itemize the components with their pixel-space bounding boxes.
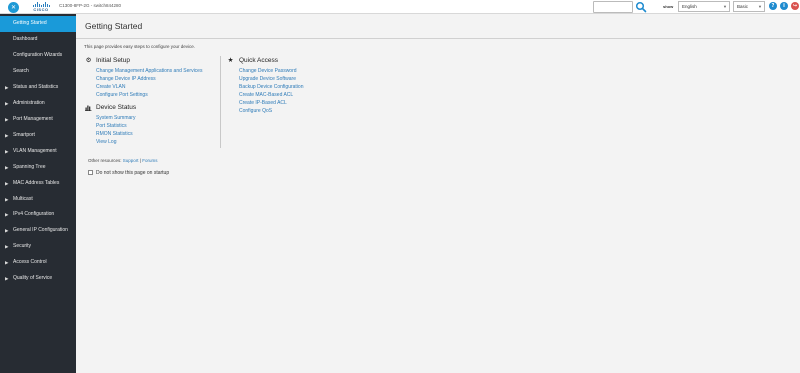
chevron-down-icon: ▼ (758, 4, 762, 9)
sidebar-item-smartport[interactable]: ▶ Smartport (0, 128, 76, 144)
caret-right-icon: ▶ (5, 117, 9, 122)
main-content: Getting Started This page provides easy … (76, 14, 800, 373)
initial-setup-title: Initial Setup (96, 57, 130, 64)
display-mode-select[interactable]: Basic ▼ (733, 1, 765, 12)
link-create-ip-based-acl[interactable]: Create IP-Based ACL (239, 100, 287, 106)
sidebar-item-label: VLAN Management (13, 148, 57, 154)
sidebar-item-general-ip-configuration[interactable]: ▶ General IP Configuration (0, 223, 76, 239)
column-divider (220, 56, 221, 148)
link-configure-port-settings[interactable]: Configure Port Settings (96, 92, 148, 98)
forums-link[interactable]: Forums (142, 158, 157, 163)
sidebar-item-ipv4-configuration[interactable]: ▶ IPv4 Configuration (0, 207, 76, 223)
sidebar-item-label: Dashboard (13, 36, 38, 42)
caret-right-icon: ▶ (5, 260, 9, 265)
startup-checkbox-label: Do not show this page on startup (96, 170, 170, 176)
quick-access-title: Quick Access (239, 57, 279, 64)
link-configure-qos[interactable]: Configure QoS (239, 108, 272, 114)
sidebar-item-label: MAC Address Tables (13, 180, 60, 186)
bar-chart-icon (85, 105, 92, 111)
sidebar-item-label: Spanning Tree (13, 164, 46, 170)
sidebar-item-label: IPv4 Configuration (13, 211, 55, 217)
menu-toggle-icon[interactable]: ✕ (8, 2, 19, 13)
caret-right-icon: ▶ (5, 149, 9, 154)
other-resources-label: Other resources: (88, 158, 122, 163)
link-change-management-applications[interactable]: Change Management Applications and Servi… (96, 68, 202, 74)
info-icon[interactable]: i (780, 2, 788, 10)
caret-right-icon: ▶ (5, 101, 9, 106)
cisco-logo: CISCO (27, 2, 55, 13)
language-select[interactable]: English ▼ (678, 1, 730, 12)
startup-checkbox[interactable] (88, 170, 93, 175)
sidebar-item-vlan-management[interactable]: ▶ VLAN Management (0, 144, 76, 160)
sidebar-item-getting-started[interactable]: Getting Started (0, 16, 76, 32)
sidebar-item-port-management[interactable]: ▶ Port Management (0, 112, 76, 128)
sidebar-item-access-control[interactable]: ▶ Access Control (0, 255, 76, 271)
sidebar-item-label: Access Control (13, 259, 47, 265)
logout-icon[interactable]: ↪ (791, 2, 799, 10)
sidebar-item-administration[interactable]: ▶ Administration (0, 96, 76, 112)
sidebar-item-quality-of-service[interactable]: ▶ Quality of Service (0, 271, 76, 287)
title-divider (76, 38, 800, 39)
caret-right-icon: ▶ (5, 244, 9, 249)
display-mode-value: Basic (737, 4, 749, 9)
show-label: show (663, 4, 674, 9)
gear-icon: ⚙ (85, 56, 92, 64)
link-create-vlan[interactable]: Create VLAN (96, 84, 125, 90)
link-change-device-password[interactable]: Change Device Password (239, 68, 297, 74)
sidebar-item-label: Configuration Wizards (13, 52, 63, 58)
sidebar-item-label: Smartport (13, 132, 35, 138)
sidebar-item-label: Security (13, 243, 32, 249)
resources-separator: | (139, 158, 141, 163)
search-input[interactable] (593, 1, 633, 13)
cisco-wordmark: CISCO (33, 7, 49, 12)
sidebar-item-label: Search (13, 68, 29, 74)
link-upgrade-device-software[interactable]: Upgrade Device Software (239, 76, 296, 82)
sidebar-item-label: Administration (13, 100, 45, 106)
caret-right-icon: ▶ (5, 228, 9, 233)
app-window: ✕ CISCO C1300-8FP-2G - switch844280 show… (0, 0, 800, 373)
sidebar-item-status-and-statistics[interactable]: ▶ Status and Statistics (0, 80, 76, 96)
sidebar-item-label: Status and Statistics (13, 84, 59, 90)
caret-right-icon: ▶ (5, 133, 9, 138)
top-header: ✕ CISCO C1300-8FP-2G - switch844280 show… (0, 0, 800, 14)
caret-right-icon: ▶ (5, 165, 9, 170)
sidebar-item-configuration-wizards[interactable]: Configuration Wizards (0, 48, 76, 64)
sidebar-item-search[interactable]: Search (0, 64, 76, 80)
help-icon[interactable]: ? (769, 2, 777, 10)
sidebar-item-spanning-tree[interactable]: ▶ Spanning Tree (0, 160, 76, 176)
search-icon[interactable] (635, 1, 647, 13)
link-view-log[interactable]: View Log (96, 139, 116, 145)
caret-right-icon: ▶ (5, 276, 9, 281)
sidebar-item-dashboard[interactable]: Dashboard (0, 32, 76, 48)
sidebar-item-label: Quality of Service (13, 275, 53, 281)
language-value: English (682, 4, 697, 9)
caret-right-icon: ▶ (5, 85, 9, 90)
device-title: C1300-8FP-2G - switch844280 (59, 3, 122, 8)
support-link[interactable]: Support (123, 158, 139, 163)
link-create-mac-based-acl[interactable]: Create MAC-Based ACL (239, 92, 293, 98)
link-backup-device-configuration[interactable]: Backup Device Configuration (239, 84, 303, 90)
sidebar-item-label: Multicast (13, 196, 33, 202)
star-icon: ★ (227, 56, 234, 64)
page-title: Getting Started (85, 21, 143, 31)
device-status-title: Device Status (96, 104, 137, 111)
sidebar-item-security[interactable]: ▶ Security (0, 239, 76, 255)
caret-right-icon: ▶ (5, 181, 9, 186)
sidebar: Getting Started Dashboard Configuration … (0, 14, 76, 373)
caret-right-icon: ▶ (5, 197, 9, 202)
sidebar-item-multicast[interactable]: ▶ Multicast (0, 192, 76, 208)
intro-text: This page provides easy steps to configu… (84, 44, 196, 49)
sidebar-item-label: General IP Configuration (13, 227, 68, 233)
caret-right-icon: ▶ (5, 212, 9, 217)
other-resources: Other resources: Support | Forums (88, 158, 158, 163)
link-port-statistics[interactable]: Port Statistics (96, 123, 127, 129)
sidebar-item-label: Port Management (13, 116, 53, 122)
sidebar-item-mac-address-tables[interactable]: ▶ MAC Address Tables (0, 176, 76, 192)
sidebar-item-label: Getting Started (13, 20, 47, 26)
link-system-summary[interactable]: System Summary (96, 115, 135, 121)
link-rmon-statistics[interactable]: RMON Statistics (96, 131, 133, 137)
link-change-device-ip-address[interactable]: Change Device IP Address (96, 76, 156, 82)
chevron-down-icon: ▼ (723, 4, 727, 9)
